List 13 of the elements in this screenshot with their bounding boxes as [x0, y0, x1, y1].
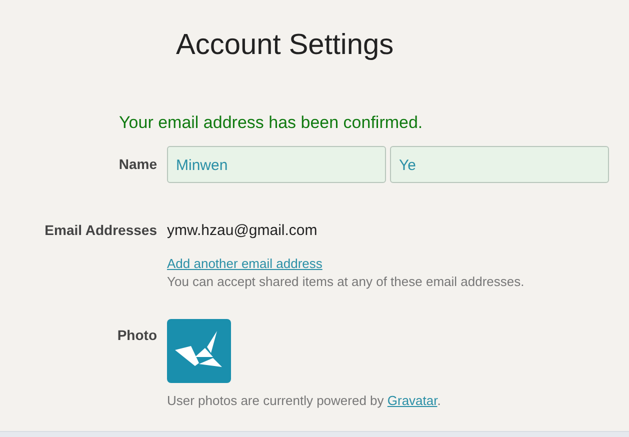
- email-note: You can accept shared items at any of these email addresses.: [167, 274, 524, 289]
- photo-note: User photos are currently powered by Gravatar.: [167, 393, 441, 408]
- confirmation-message: Your email address has been confirmed.: [119, 113, 423, 133]
- email-label: Email Addresses: [44, 222, 157, 240]
- add-email-link[interactable]: Add another email address: [167, 256, 322, 271]
- email-address: ymw.hzau@gmail.com: [167, 222, 318, 239]
- photo-label: Photo: [117, 327, 157, 345]
- gravatar-link[interactable]: Gravatar: [387, 393, 438, 408]
- page-title: Account Settings: [175, 28, 395, 63]
- last-name-field[interactable]: Ye: [390, 146, 609, 183]
- name-label: Name: [118, 156, 157, 174]
- first-name-field[interactable]: Minwen: [167, 146, 386, 183]
- avatar-icon: [167, 319, 231, 383]
